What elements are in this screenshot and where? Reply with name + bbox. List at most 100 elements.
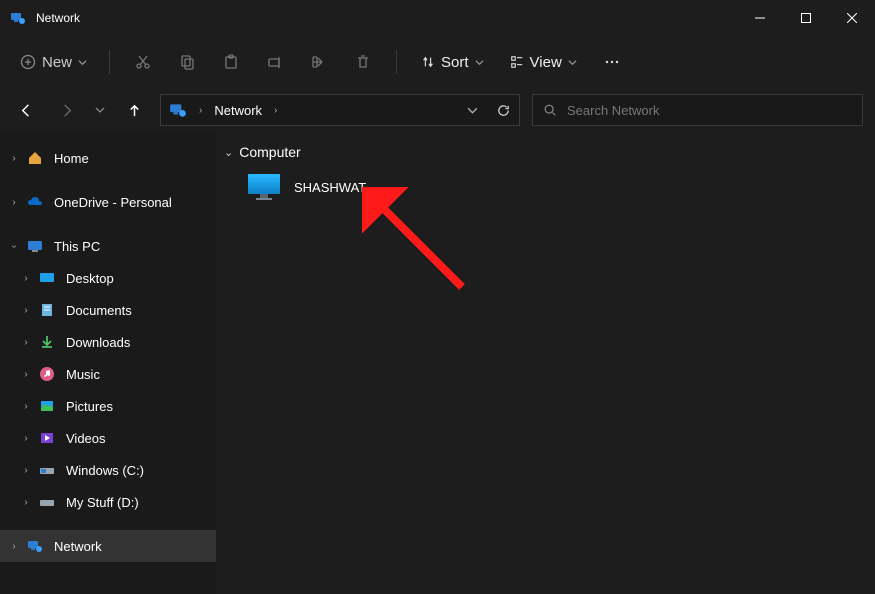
chevron-right-icon: › (18, 369, 34, 380)
sidebar-label: This PC (54, 239, 100, 254)
search-box[interactable] (532, 94, 863, 126)
pc-icon (26, 237, 44, 255)
chevron-right-icon: › (18, 497, 34, 508)
sidebar-label: Home (54, 151, 89, 166)
window-controls (737, 0, 875, 36)
music-icon (38, 365, 56, 383)
sidebar-item-music[interactable]: › Music (0, 358, 216, 390)
group-label: Computer (239, 144, 300, 160)
sidebar-item-this-pc[interactable]: › This PC (0, 230, 216, 262)
chevron-right-icon: › (18, 401, 34, 412)
sidebar-item-videos[interactable]: › Videos (0, 422, 216, 454)
toolbar: New Sort View (0, 36, 875, 88)
drive-icon (38, 461, 56, 479)
pictures-icon (38, 397, 56, 415)
onedrive-icon (26, 193, 44, 211)
sidebar-item-network[interactable]: › Network (0, 530, 216, 562)
sidebar-item-home[interactable]: › Home (0, 142, 216, 174)
rename-icon (267, 54, 283, 70)
sidebar-item-mystuff-d[interactable]: › My Stuff (D:) (0, 486, 216, 518)
computer-name: SHASHWAT (294, 180, 366, 195)
main-area: › Home › OneDrive - Personal › This PC ›… (0, 132, 875, 594)
network-computer-item[interactable]: SHASHWAT (220, 166, 871, 208)
sidebar-label: Music (66, 367, 100, 382)
paste-button[interactable] (212, 45, 250, 79)
trash-icon (355, 54, 371, 70)
maximize-button[interactable] (783, 0, 829, 36)
sort-label: Sort (441, 54, 469, 71)
chevron-down-icon: ⌄ (224, 146, 233, 159)
videos-icon (38, 429, 56, 447)
chevron-right-icon: › (18, 305, 34, 316)
new-button[interactable]: New (12, 50, 95, 75)
divider (109, 50, 110, 74)
sidebar-item-pictures[interactable]: › Pictures (0, 390, 216, 422)
back-button[interactable] (12, 96, 40, 124)
paste-icon (223, 54, 239, 70)
sidebar-label: Documents (66, 303, 132, 318)
view-label: View (530, 54, 562, 71)
chevron-down-icon: › (9, 238, 20, 254)
sort-icon (421, 55, 435, 69)
network-icon (10, 10, 26, 26)
share-button[interactable] (300, 45, 338, 79)
minimize-button[interactable] (737, 0, 783, 36)
rename-button[interactable] (256, 45, 294, 79)
search-input[interactable] (567, 103, 852, 118)
home-icon (26, 149, 44, 167)
breadcrumb-item[interactable]: Network (214, 103, 262, 118)
copy-button[interactable] (168, 45, 206, 79)
titlebar: Network (0, 0, 875, 36)
refresh-icon[interactable] (496, 103, 511, 118)
up-button[interactable] (120, 96, 148, 124)
cut-button[interactable] (124, 45, 162, 79)
downloads-icon (38, 333, 56, 351)
desktop-icon (38, 269, 56, 287)
chevron-right-icon: › (6, 197, 22, 208)
chevron-right-icon: › (6, 541, 22, 552)
divider (396, 50, 397, 74)
ellipsis-icon (604, 54, 620, 70)
view-button[interactable]: View (500, 50, 587, 75)
sidebar-label: My Stuff (D:) (66, 495, 139, 510)
sidebar-item-documents[interactable]: › Documents (0, 294, 216, 326)
sidebar-label: Pictures (66, 399, 113, 414)
chevron-down-icon[interactable] (467, 105, 478, 116)
search-icon (543, 103, 557, 117)
chevron-right-icon: › (18, 433, 34, 444)
recent-button[interactable] (92, 96, 108, 124)
sort-button[interactable]: Sort (411, 50, 494, 75)
sidebar-label: Downloads (66, 335, 130, 350)
cut-icon (135, 54, 151, 70)
share-icon (311, 54, 327, 70)
network-icon (26, 537, 44, 555)
breadcrumb-separator: › (199, 105, 202, 116)
chevron-right-icon: › (6, 153, 22, 164)
forward-button[interactable] (52, 96, 80, 124)
chevron-down-icon (475, 58, 484, 67)
chevron-down-icon (568, 58, 577, 67)
sidebar-label: Network (54, 539, 102, 554)
copy-icon (179, 54, 195, 70)
sidebar-item-downloads[interactable]: › Downloads (0, 326, 216, 358)
window-title: Network (36, 11, 737, 25)
sidebar-item-desktop[interactable]: › Desktop (0, 262, 216, 294)
delete-button[interactable] (344, 45, 382, 79)
sidebar-label: OneDrive - Personal (54, 195, 172, 210)
address-bar-row: › Network › (0, 88, 875, 132)
sidebar-label: Videos (66, 431, 106, 446)
sidebar-item-windows-c[interactable]: › Windows (C:) (0, 454, 216, 486)
group-header-computer[interactable]: ⌄ Computer (220, 144, 871, 160)
view-icon (510, 55, 524, 69)
content-pane: ⌄ Computer SHASHWAT (216, 132, 875, 594)
computer-icon (246, 172, 282, 202)
more-button[interactable] (593, 45, 631, 79)
navigation-sidebar: › Home › OneDrive - Personal › This PC ›… (0, 132, 216, 594)
sidebar-label: Windows (C:) (66, 463, 144, 478)
close-button[interactable] (829, 0, 875, 36)
drive-icon (38, 493, 56, 511)
chevron-right-icon: › (18, 465, 34, 476)
chevron-right-icon: › (18, 273, 34, 284)
address-bar[interactable]: › Network › (160, 94, 520, 126)
sidebar-item-onedrive[interactable]: › OneDrive - Personal (0, 186, 216, 218)
